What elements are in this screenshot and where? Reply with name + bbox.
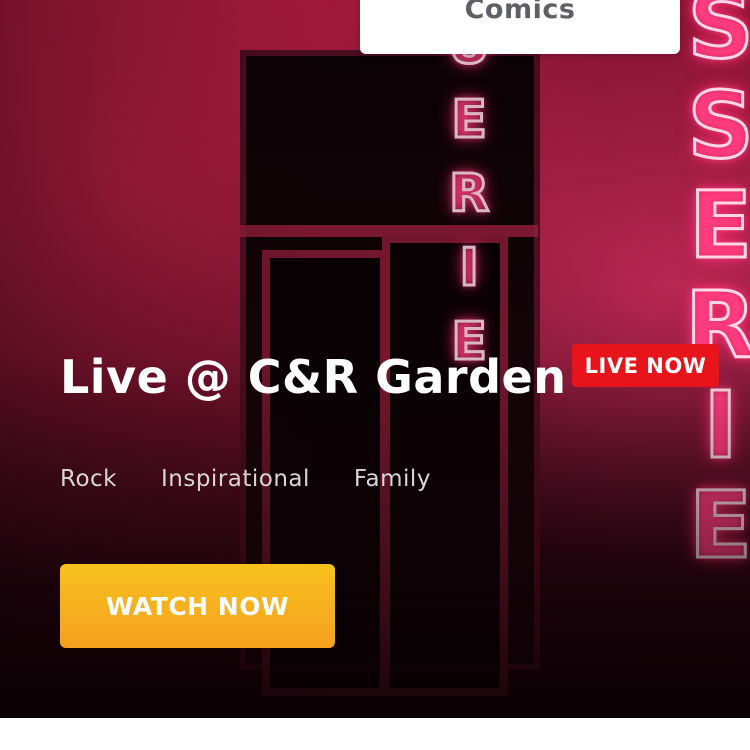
genre-tag-family: Family xyxy=(353,466,431,492)
live-now-label: LIVE NOW xyxy=(584,353,707,378)
hero-banner[interactable]: SSERIE UERIE Comics Live @ C&R Garden LI… xyxy=(0,0,750,718)
live-now-badge: LIVE NOW xyxy=(572,344,719,387)
genre-list: Rock Inspirational Family xyxy=(60,466,431,492)
hero-title: Live @ C&R Garden xyxy=(60,350,567,404)
category-tab[interactable]: Comics xyxy=(360,0,680,54)
watch-now-label: WATCH NOW xyxy=(105,591,290,621)
genre-tag-inspirational: Inspirational xyxy=(160,466,310,492)
bottom-fade-overlay xyxy=(0,358,750,718)
genre-tag-rock: Rock xyxy=(60,466,117,492)
neon-sign-reflection: UERIE xyxy=(446,19,491,372)
watch-now-button[interactable]: WATCH NOW xyxy=(60,564,335,648)
category-label: Comics xyxy=(464,0,576,25)
